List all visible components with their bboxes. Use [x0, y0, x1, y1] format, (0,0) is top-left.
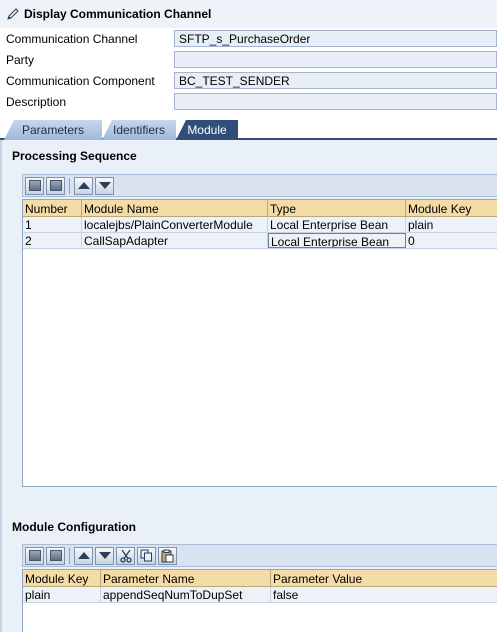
- tab-identifiers[interactable]: Identifiers: [102, 120, 176, 140]
- column-header-parameter-name[interactable]: Parameter Name: [101, 570, 271, 587]
- column-header-module-key[interactable]: Module Key: [406, 200, 497, 217]
- cut-icon[interactable]: [116, 546, 135, 565]
- cell-module-name[interactable]: CallSapAdapter: [82, 233, 268, 248]
- communication-component-field[interactable]: BC_TEST_SENDER: [174, 72, 497, 89]
- toolbar-divider: [69, 547, 70, 564]
- communication-component-label: Communication Component: [6, 74, 155, 88]
- description-field[interactable]: [174, 93, 497, 110]
- module-configuration-table: Module Key Parameter Name Parameter Valu…: [22, 569, 497, 632]
- cell-parameter-value[interactable]: false: [271, 587, 497, 602]
- move-up-icon[interactable]: [74, 546, 93, 565]
- module-configuration-header: Module Key Parameter Name Parameter Valu…: [23, 570, 497, 587]
- module-configuration-toolbar: [22, 544, 497, 567]
- cell-module-key[interactable]: 0: [406, 233, 497, 248]
- cell-number[interactable]: 2: [23, 233, 82, 248]
- move-down-icon[interactable]: [95, 176, 114, 195]
- party-label: Party: [6, 53, 35, 67]
- processing-sequence-header: Number Module Name Type Module Key: [23, 200, 497, 217]
- title-bar: Display Communication Channel: [0, 0, 497, 28]
- insert-row-icon[interactable]: [25, 176, 44, 195]
- cell-type-selected[interactable]: Local Enterprise Bean: [268, 233, 406, 248]
- cell-module-key[interactable]: plain: [406, 217, 497, 232]
- cell-number[interactable]: 1: [23, 217, 82, 232]
- description-label: Description: [6, 95, 67, 109]
- module-configuration-title: Module Configuration: [12, 520, 136, 534]
- communication-channel-label: Communication Channel: [6, 32, 138, 46]
- edit-pencil-icon: [6, 7, 20, 21]
- column-header-parameter-value[interactable]: Parameter Value: [271, 570, 497, 587]
- description-row: Description: [6, 93, 497, 110]
- communication-channel-field[interactable]: SFTP_s_PurchaseOrder: [174, 30, 497, 47]
- processing-sequence-table: Number Module Name Type Module Key 1 loc…: [22, 199, 497, 487]
- table-row[interactable]: plain appendSeqNumToDupSet false: [23, 587, 497, 603]
- party-field[interactable]: [174, 51, 497, 68]
- move-up-icon[interactable]: [74, 176, 93, 195]
- tab-parameters[interactable]: Parameters: [4, 120, 102, 140]
- module-panel: Processing Sequence Number Module Name T…: [0, 140, 497, 632]
- table-row[interactable]: 2 CallSapAdapter Local Enterprise Bean 0: [23, 233, 497, 249]
- processing-sequence-title: Processing Sequence: [12, 149, 137, 163]
- delete-row-icon[interactable]: [46, 546, 65, 565]
- delete-row-icon[interactable]: [46, 176, 65, 195]
- insert-row-icon[interactable]: [25, 546, 44, 565]
- tab-strip: Parameters Identifiers Module: [0, 118, 497, 140]
- column-header-module-key[interactable]: Module Key: [23, 570, 101, 587]
- paste-icon[interactable]: [158, 546, 177, 565]
- table-row[interactable]: 1 localejbs/PlainConverterModule Local E…: [23, 217, 497, 233]
- cell-module-key[interactable]: plain: [23, 587, 101, 602]
- copy-icon[interactable]: [137, 546, 156, 565]
- cell-parameter-name[interactable]: appendSeqNumToDupSet: [101, 587, 271, 602]
- tab-module[interactable]: Module: [176, 120, 238, 140]
- move-down-icon[interactable]: [95, 546, 114, 565]
- cell-type[interactable]: Local Enterprise Bean: [268, 217, 406, 232]
- column-header-number[interactable]: Number: [23, 200, 82, 217]
- window-title: Display Communication Channel: [24, 7, 212, 21]
- processing-sequence-toolbar: [22, 174, 497, 197]
- communication-component-row: Communication Component BC_TEST_SENDER: [6, 72, 497, 89]
- toolbar-divider: [69, 177, 70, 194]
- party-row: Party: [6, 51, 497, 68]
- column-header-type[interactable]: Type: [268, 200, 406, 217]
- communication-channel-row: Communication Channel SFTP_s_PurchaseOrd…: [6, 30, 497, 47]
- cell-module-name[interactable]: localejbs/PlainConverterModule: [82, 217, 268, 232]
- column-header-module-name[interactable]: Module Name: [82, 200, 268, 217]
